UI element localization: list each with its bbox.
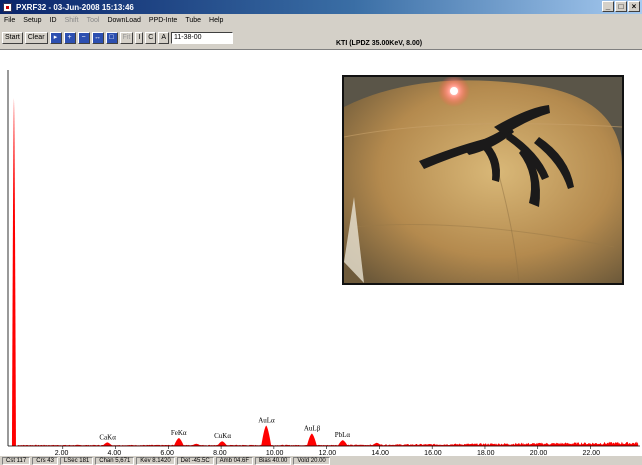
menu-id[interactable]: ID (50, 17, 57, 24)
status-lsec: LSec 181 (59, 456, 94, 465)
menu-tube[interactable]: Tube (185, 17, 201, 24)
spectrum-peak (337, 440, 348, 446)
zoom-out-icon[interactable]: − (77, 31, 90, 44)
status-bias: Bias 40.00 (255, 456, 292, 465)
toolbar: Start Clear ▸ + − ↔ □ Fit I C A 11-38-00 (0, 26, 642, 50)
close-button[interactable]: × (628, 1, 640, 12)
menu-setup[interactable]: Setup (23, 17, 41, 24)
peak-label: AuLβ (304, 425, 321, 433)
menu-help[interactable]: Help (209, 17, 223, 24)
spectrum-peak (11, 98, 16, 447)
status-crs: Crs 43 (32, 456, 58, 465)
peak-label: PbLα (335, 431, 351, 439)
status-bar: Cst 117 Crs 43 LSec 181 Chan 5,671 Kev 8… (0, 456, 642, 465)
peak-label: AuLα (258, 417, 275, 425)
spectrum-peak (102, 442, 113, 446)
menu-ppd-inte[interactable]: PPD-Inte (149, 17, 177, 24)
i-button[interactable]: I (135, 31, 144, 44)
kti-label: KTI (LPDZ 35.00KeV, 8.00) (336, 40, 423, 47)
camera-image (344, 77, 622, 283)
menu-tool[interactable]: Tool (87, 17, 100, 24)
app-icon[interactable] (3, 2, 12, 12)
peak-label: CuKα (214, 432, 231, 440)
menu-bar: File Setup ID Shift Tool DownLoad PPD-In… (0, 14, 642, 26)
status-cst: Cst 117 (2, 456, 31, 465)
status-kev: Kev 8.1420 (136, 456, 175, 465)
fit-icon[interactable]: □ (105, 31, 118, 44)
a-button[interactable]: A (158, 31, 169, 44)
status-chan: Chan 5,671 (95, 456, 135, 465)
fit-button[interactable]: Fit (119, 31, 134, 44)
spectrum-peak (306, 433, 317, 446)
expand-icon[interactable]: ↔ (91, 31, 104, 44)
menu-download[interactable]: DownLoad (107, 17, 140, 24)
spectrum-peak (261, 425, 272, 446)
title-bar: PXRF32 - 03-Jun-2008 15:13:46 _ □ × (0, 0, 642, 14)
window-controls: _ □ × (602, 1, 640, 12)
status-amb: Amb 04.6F (215, 456, 254, 465)
start-button[interactable]: Start (2, 31, 23, 44)
spectrum-peak (173, 437, 184, 446)
zoom-in-icon[interactable]: + (63, 31, 76, 44)
minimize-button[interactable]: _ (602, 1, 614, 12)
menu-shift[interactable]: Shift (65, 17, 79, 24)
peak-label: FeKα (171, 429, 187, 437)
status-det: Det -45.5C (176, 456, 214, 465)
menu-file[interactable]: File (4, 17, 15, 24)
camera-view (342, 75, 624, 285)
peak-label: CaKα (99, 433, 116, 441)
select-icon[interactable]: ▸ (49, 31, 62, 44)
c-button[interactable]: C (145, 31, 157, 44)
clear-button[interactable]: Clear (24, 31, 48, 44)
spectrum-peak (217, 441, 228, 446)
maximize-button[interactable]: □ (615, 1, 627, 12)
status-vold: Vold 20.00 (293, 456, 330, 465)
window-title: PXRF32 - 03-Jun-2008 15:13:46 (16, 2, 134, 12)
time-field[interactable]: 11-38-00 (171, 31, 233, 44)
